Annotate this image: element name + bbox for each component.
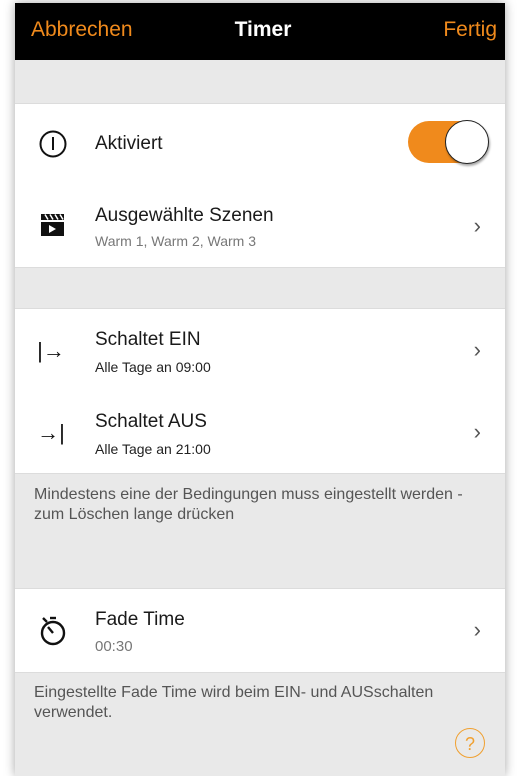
switch-off-row[interactable]: →| Schaltet AUS Alle Tage an 21:00 › [15,391,505,474]
power-icon [35,126,71,162]
switch-off-subtitle: Alle Tage an 21:00 [95,441,211,457]
page-title-text: Timer [234,18,292,41]
switch-off-title: Schaltet AUS [95,411,207,432]
chevron-right-icon: › [473,213,481,238]
cancel-button[interactable]: Abbrechen [31,18,133,42]
header-bar: Abbrechen Timer Fertig [15,3,505,60]
activated-toggle[interactable] [408,120,489,164]
conditions-note: Mindestens eine der Bedingungen muss ein… [34,486,463,523]
fade-time-value: 00:30 [95,638,133,655]
switch-on-icon: |→ [37,338,65,363]
chevron-right-icon: › [473,337,481,362]
activated-row[interactable]: Aktiviert [15,103,505,186]
switch-off-icon: →| [37,420,65,445]
help-icon[interactable]: ? [455,728,485,758]
switch-on-row[interactable]: |→ Schaltet EIN Alle Tage an 09:00 › [15,308,505,392]
switch-on-subtitle: Alle Tage an 09:00 [95,359,211,375]
fade-time-title: Fade Time [95,609,185,630]
switch-on-title: Schaltet EIN [95,329,201,350]
timer-icon [35,613,71,649]
selected-scenes-row[interactable]: Ausgewählte Szenen Warm 1, Warm 2, Warm … [15,185,505,268]
activated-label: Aktiviert [95,133,163,154]
chevron-right-icon: › [473,419,481,444]
toggle-knob [445,120,489,164]
scenes-title: Ausgewählte Szenen [95,205,274,226]
chevron-right-icon: › [473,617,481,642]
clapperboard-icon [35,207,71,243]
fade-note: Eingestellte Fade Time wird beim EIN- un… [34,684,434,721]
scenes-subtitle: Warm 1, Warm 2, Warm 3 [95,233,256,249]
timer-screen: Abbrechen Timer Fertig Aktiviert Ausgewä… [15,3,505,776]
fade-time-row[interactable]: Fade Time 00:30 › [15,588,505,673]
done-button[interactable]: Fertig [443,18,497,42]
